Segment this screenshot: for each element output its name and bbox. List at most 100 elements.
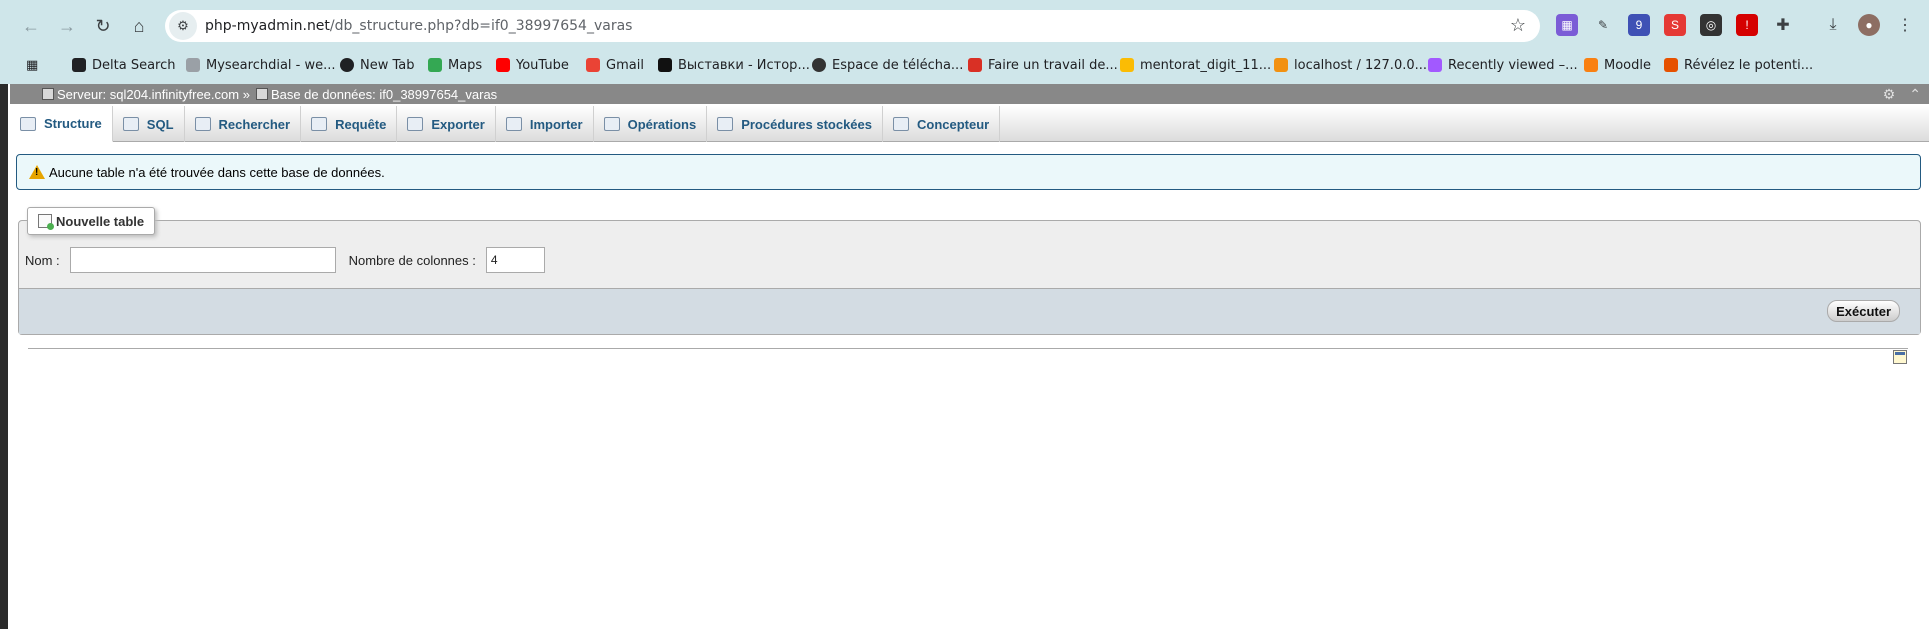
reload-icon[interactable]: ↻ <box>88 11 118 41</box>
bookmark-favicon <box>186 58 200 72</box>
bookmarks-bar: ▦ Delta Search Mysearchdial - we... New … <box>0 50 1929 78</box>
topbar-controls: ⚙ ⌃ <box>1883 86 1921 103</box>
new-table-form-row: Nom : Nombre de colonnes : 4 <box>25 247 545 273</box>
bookmark-item[interactable]: Delta Search <box>72 54 175 76</box>
forward-icon[interactable]: → <box>52 11 82 41</box>
database-icon <box>255 88 268 100</box>
address-bar[interactable]: ⚙ php-myadmin.net/db_structure.php?db=if… <box>165 10 1540 42</box>
extension-stop-icon[interactable]: ! <box>1736 14 1758 36</box>
bookmark-item[interactable]: localhost / 127.0.0.... <box>1274 54 1431 76</box>
routines-icon <box>717 117 734 131</box>
bookmark-item[interactable]: Gmail <box>586 54 644 76</box>
server-breadcrumb-bar: Serveur: sql204.infinityfree.com » Base … <box>10 84 1929 104</box>
extension-badge-icon[interactable]: 9 <box>1628 14 1650 36</box>
bookmark-label: Recently viewed –... <box>1448 57 1578 73</box>
site-info-icon[interactable]: ⚙ <box>169 12 197 40</box>
tab-export-label: Exporter <box>431 116 485 132</box>
url-path: /db_structure.php?db=if0_38997654_varas <box>329 18 633 34</box>
tab-sql[interactable]: SQL <box>113 106 185 142</box>
tab-export[interactable]: Exporter <box>397 106 496 142</box>
no-tables-notice: ! Aucune table n'a été trouvée dans cett… <box>16 154 1921 190</box>
breadcrumb-database[interactable]: Base de données: if0_38997654_varas <box>255 87 497 102</box>
bookmark-item[interactable]: mentorat_digit_11... <box>1120 54 1271 76</box>
tab-sql-label: SQL <box>146 116 174 132</box>
main-tabs: Structure SQL Rechercher Requête Exporte… <box>10 106 1929 142</box>
column-count-input[interactable]: 4 <box>485 247 545 273</box>
execute-button[interactable]: Exécuter <box>1827 300 1900 322</box>
bookmark-label: mentorat_digit_11... <box>1140 57 1272 73</box>
url-text[interactable]: php-myadmin.net/db_structure.php?db=if0_… <box>205 18 632 34</box>
export-icon <box>407 117 424 131</box>
bookmark-label: localhost / 127.0.0.... <box>1294 57 1432 73</box>
extension-pen-icon[interactable]: ✎ <box>1592 14 1614 36</box>
search-icon <box>194 117 211 131</box>
tab-designer-label: Concepteur <box>917 116 990 132</box>
query-icon <box>311 117 328 131</box>
home-icon[interactable]: ⌂ <box>124 11 154 41</box>
bookmark-item[interactable]: Faire un travail de... <box>968 54 1118 76</box>
settings-gear-icon[interactable]: ⚙ <box>1883 86 1896 103</box>
import-icon <box>505 117 522 131</box>
warning-icon: ! <box>29 165 45 179</box>
table-name-input[interactable] <box>69 247 336 273</box>
extension-badge-count: 9 <box>1635 18 1643 32</box>
wrench-icon <box>603 117 620 131</box>
bookmark-favicon <box>340 58 354 72</box>
bookmark-favicon <box>658 58 672 72</box>
bookmark-item[interactable]: Выставки - Истор... <box>658 54 810 76</box>
bookmark-item[interactable]: Maps <box>428 54 482 76</box>
bookmark-favicon <box>72 58 86 72</box>
browser-chrome: ← → ↻ ⌂ ⚙ php-myadmin.net/db_structure.p… <box>0 0 1929 84</box>
bookmark-favicon <box>812 58 826 72</box>
browser-menu-icon[interactable]: ⋮ <box>1894 14 1916 36</box>
bookmark-item[interactable]: YouTube <box>496 54 569 76</box>
bookmark-item[interactable]: Mysearchdial - we... <box>186 54 336 76</box>
bookmark-label: Espace de télécha... <box>832 57 964 73</box>
tab-structure[interactable]: Structure <box>10 106 113 142</box>
back-icon[interactable]: ← <box>16 11 46 41</box>
extension-s-icon[interactable]: S <box>1664 14 1686 36</box>
breadcrumb-server[interactable]: Serveur: sql204.infinityfree.com » <box>42 87 250 102</box>
structure-icon <box>20 116 36 131</box>
bookmark-favicon <box>1664 58 1678 72</box>
extension-colorpicker-icon[interactable]: ▦ <box>1556 14 1578 36</box>
tab-search[interactable]: Rechercher <box>185 106 302 142</box>
extension-ai-icon[interactable]: ◎ <box>1700 14 1722 36</box>
tab-routines[interactable]: Procédures stockées <box>707 106 883 142</box>
breadcrumb-server-label: Serveur: sql204.infinityfree.com » <box>57 86 250 102</box>
bookmark-item[interactable]: Recently viewed –... <box>1428 54 1578 76</box>
page-divider <box>28 348 1908 349</box>
tab-operations-label: Opérations <box>627 116 697 132</box>
youtube-icon <box>496 58 510 72</box>
bookmark-label: Maps <box>448 57 483 73</box>
new-table-fieldset: Nouvelle table Nom : Nombre de colonnes … <box>18 207 1921 335</box>
bookmark-item[interactable]: Espace de télécha... <box>812 54 963 76</box>
new-table-icon <box>38 214 54 230</box>
profile-avatar[interactable]: ● <box>1858 14 1880 36</box>
collapse-icon[interactable]: ⌃ <box>1909 86 1921 103</box>
bookmark-label: Delta Search <box>92 57 176 73</box>
download-icon[interactable]: ⤓ <box>1822 14 1844 36</box>
bookmark-label: Moodle <box>1604 57 1651 73</box>
bookmark-star-icon[interactable]: ☆ <box>1510 15 1526 36</box>
tab-import[interactable]: Importer <box>496 106 594 142</box>
tab-query[interactable]: Requête <box>301 106 398 142</box>
server-icon <box>42 88 54 100</box>
google-drive-icon <box>1120 58 1134 72</box>
bookmark-label: Faire un travail de... <box>988 57 1118 73</box>
designer-icon <box>893 117 909 131</box>
bookmark-label: Mysearchdial - we... <box>206 57 336 73</box>
tab-operations[interactable]: Opérations <box>594 106 708 142</box>
extensions-puzzle-icon[interactable]: ✚ <box>1772 14 1794 36</box>
bookmark-item[interactable]: New Tab <box>340 54 415 76</box>
console-icon[interactable] <box>1893 350 1907 364</box>
tab-routines-label: Procédures stockées <box>741 116 872 132</box>
tab-designer[interactable]: Concepteur <box>883 106 1001 142</box>
bookmark-item[interactable]: Moodle <box>1584 54 1651 76</box>
column-count-label: Nombre de colonnes : <box>348 252 476 268</box>
notice-text: Aucune table n'a été trouvée dans cette … <box>49 164 385 180</box>
apps-grid-icon[interactable]: ▦ <box>26 54 38 76</box>
bookmark-item[interactable]: Révélez le potenti... <box>1664 54 1813 76</box>
tab-query-label: Requête <box>335 116 387 132</box>
sql-icon <box>122 117 139 131</box>
